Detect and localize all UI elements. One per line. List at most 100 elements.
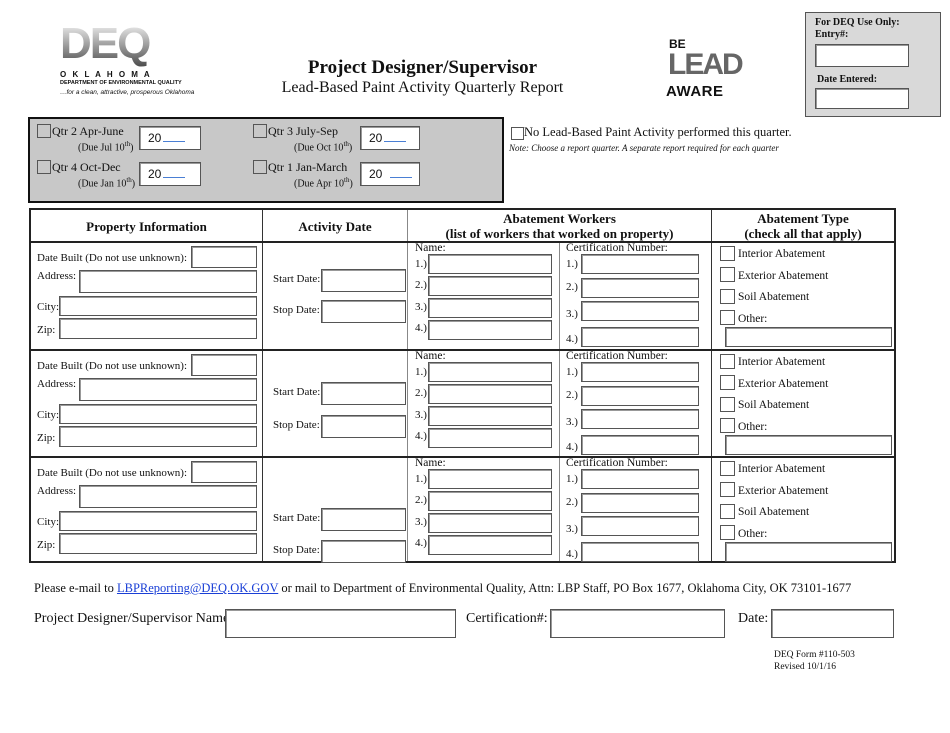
date-field[interactable]	[771, 609, 894, 638]
entry-number-field[interactable]	[815, 44, 909, 67]
address-field[interactable]	[79, 270, 257, 293]
worker-name-field-2[interactable]	[428, 491, 552, 511]
cert-num-1: 1.)	[566, 473, 578, 485]
cert-field-3[interactable]	[581, 409, 699, 429]
worker-name-label: Name:	[415, 457, 446, 469]
supervisor-name-field[interactable]	[225, 609, 456, 638]
cert-num-2: 2.)	[566, 389, 578, 401]
address-field[interactable]	[79, 378, 257, 401]
certification-field[interactable]	[550, 609, 725, 638]
worker-name-label: Name:	[415, 242, 446, 254]
cert-num-1: 1.)	[566, 366, 578, 378]
worker-name-field-3[interactable]	[428, 406, 552, 426]
zip-field[interactable]	[59, 533, 257, 554]
other-abatement-field[interactable]	[725, 435, 892, 455]
exterior-abatement-checkbox[interactable]	[720, 267, 735, 282]
other-abatement-checkbox[interactable]	[720, 310, 735, 325]
worker-name-field-2[interactable]	[428, 276, 552, 296]
date-built-field[interactable]	[191, 354, 257, 376]
other-abatement-field[interactable]	[725, 542, 892, 562]
cert-number-label: Certification Number:	[566, 242, 668, 254]
be-lead-aware-logo: BE LEAD AWARE	[666, 38, 758, 100]
start-date-label: Start Date:	[273, 512, 321, 524]
supervisor-name-label: Project Designer/Supervisor Name:	[34, 611, 234, 626]
cert-field-2[interactable]	[581, 386, 699, 406]
no-activity-checkbox[interactable]	[511, 127, 524, 140]
qtr4-checkbox[interactable]	[37, 160, 51, 174]
cert-field-3[interactable]	[581, 516, 699, 536]
revised-date: Revised 10/1/16	[774, 662, 837, 672]
email-link[interactable]: LBPReporting@DEQ.OK.GOV	[117, 581, 278, 595]
other-abatement-checkbox[interactable]	[720, 418, 735, 433]
date-built-label: Date Built (Do not use unknown):	[37, 360, 188, 372]
qtr1-year-field[interactable]: 20	[360, 162, 420, 186]
worker-name-field-4[interactable]	[428, 535, 552, 555]
qtr3-due-sup: th	[343, 140, 349, 148]
cert-field-2[interactable]	[581, 278, 699, 298]
soil-abatement-checkbox[interactable]	[720, 397, 735, 412]
city-field[interactable]	[59, 404, 257, 424]
other-abatement-label: Other:	[738, 528, 768, 540]
start-date-field[interactable]	[321, 269, 406, 292]
interior-abatement-checkbox[interactable]	[720, 246, 735, 261]
worker-name-field-2[interactable]	[428, 384, 552, 404]
worker-name-field-4[interactable]	[428, 428, 552, 448]
start-date-field[interactable]	[321, 382, 406, 405]
deq-use-panel: For DEQ Use Only: Entry#: Date Entered:	[805, 12, 941, 117]
stop-date-field[interactable]	[321, 540, 406, 563]
stop-date-field[interactable]	[321, 300, 406, 323]
qtr3-year-field[interactable]: 20	[360, 126, 420, 150]
other-abatement-field[interactable]	[725, 327, 892, 347]
date-built-field[interactable]	[191, 246, 257, 268]
date-built-field[interactable]	[191, 461, 257, 483]
cert-field-2[interactable]	[581, 493, 699, 513]
worker-num-1: 1.)	[415, 258, 427, 270]
qtr1-label: Qtr 1 Jan-March	[268, 160, 348, 174]
qtr4-year-field[interactable]: 20	[139, 162, 201, 186]
cert-field-4[interactable]	[581, 327, 699, 347]
interior-abatement-checkbox[interactable]	[720, 354, 735, 369]
start-date-field[interactable]	[321, 508, 406, 531]
zip-field[interactable]	[59, 426, 257, 447]
date-built-label: Date Built (Do not use unknown):	[37, 467, 188, 479]
header-workers-sub: (list of workers that worked on property…	[445, 226, 674, 241]
address-field[interactable]	[79, 485, 257, 508]
city-field[interactable]	[59, 511, 257, 531]
worker-name-field-4[interactable]	[428, 320, 552, 340]
other-abatement-checkbox[interactable]	[720, 525, 735, 540]
worker-name-field-3[interactable]	[428, 513, 552, 533]
zip-field[interactable]	[59, 318, 257, 339]
cert-field-3[interactable]	[581, 301, 699, 321]
cert-field-1[interactable]	[581, 469, 699, 489]
worker-name-field-1[interactable]	[428, 362, 552, 382]
worker-name-field-1[interactable]	[428, 254, 552, 274]
qtr1-checkbox[interactable]	[253, 160, 267, 174]
stop-date-label: Stop Date:	[273, 544, 320, 556]
interior-abatement-checkbox[interactable]	[720, 461, 735, 476]
address-label: Address:	[37, 485, 77, 497]
qtr3-due-text: (Due Oct 10	[294, 142, 344, 154]
stop-date-field[interactable]	[321, 415, 406, 438]
exterior-abatement-label: Exterior Abatement	[738, 270, 829, 282]
date-entered-field[interactable]	[815, 88, 909, 109]
worker-name-field-1[interactable]	[428, 469, 552, 489]
qtr3-checkbox[interactable]	[253, 124, 267, 138]
soil-abatement-checkbox[interactable]	[720, 504, 735, 519]
soil-abatement-checkbox[interactable]	[720, 289, 735, 304]
cert-field-4[interactable]	[581, 542, 699, 562]
header-property: Property Information	[86, 219, 207, 234]
cert-number-label: Certification Number:	[566, 350, 668, 362]
worker-name-field-3[interactable]	[428, 298, 552, 318]
exterior-abatement-checkbox[interactable]	[720, 482, 735, 497]
mail-suffix: or mail to Department of Environmental Q…	[278, 581, 852, 595]
qtr2-checkbox[interactable]	[37, 124, 51, 138]
city-field[interactable]	[59, 296, 257, 316]
cert-field-4[interactable]	[581, 435, 699, 455]
lead-logo-lead: LEAD	[668, 48, 744, 81]
cert-field-1[interactable]	[581, 254, 699, 274]
exterior-abatement-checkbox[interactable]	[720, 375, 735, 390]
cert-field-1[interactable]	[581, 362, 699, 382]
qtr2-year-field[interactable]: 20	[139, 126, 201, 150]
deq-logo: DEQ O K L A H O M A DEPARTMENT OF ENVIRO…	[60, 19, 194, 103]
property-row-3: Date Built (Do not use unknown): Address…	[31, 457, 894, 565]
